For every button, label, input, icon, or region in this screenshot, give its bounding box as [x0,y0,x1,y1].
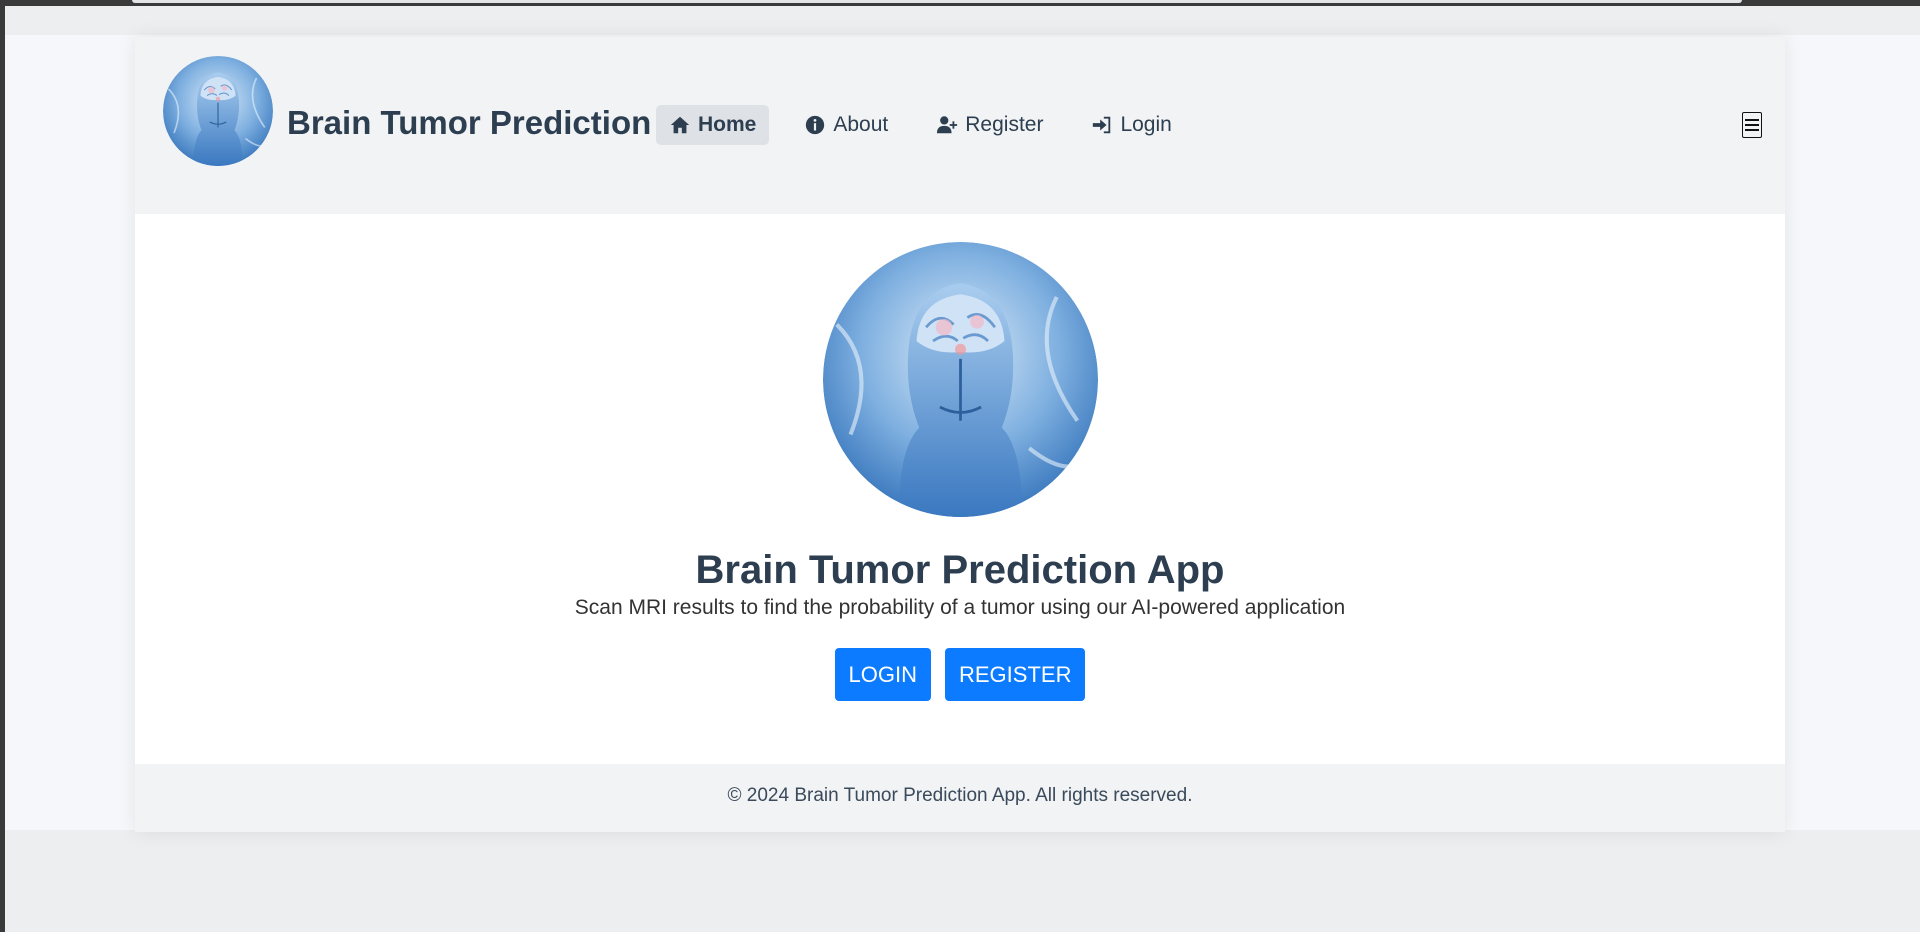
nav-home-label: Home [698,113,757,136]
nav-login-label: Login [1120,113,1172,136]
footer: © 2024 Brain Tumor Prediction App. All r… [135,764,1785,832]
user-plus-icon [937,116,958,134]
nav-about-label: About [833,113,889,136]
nav-item-about[interactable]: About [791,105,901,145]
hamburger-icon[interactable] [1742,112,1762,138]
footer-copyright: © 2024 Brain Tumor Prediction App. All r… [727,785,1193,806]
hero-section: Brain Tumor Prediction App Scan MRI resu… [135,214,1785,764]
brand-title[interactable]: Brain Tumor Prediction [287,104,651,142]
nav-item-register[interactable]: Register [923,105,1056,145]
hero-subtitle: Scan MRI results to find the probability… [574,596,1346,619]
hero-title: Brain Tumor Prediction App [695,548,1225,592]
sign-in-icon [1093,116,1111,134]
login-button[interactable]: LOGIN [834,648,931,701]
register-button[interactable]: REGISTER [945,648,1086,701]
brain-head-logo[interactable] [163,56,273,166]
nav-register-label: Register [965,113,1044,136]
hero-buttons: LOGIN REGISTER [135,648,1785,701]
home-icon [670,116,690,134]
app-container: Brain Tumor Prediction Home About Regist… [135,37,1785,832]
browser-viewport: Brain Tumor Prediction Home About Regist… [5,6,1920,932]
nav-item-login[interactable]: Login [1078,105,1184,145]
hero-brain-image [823,242,1098,517]
navbar: Brain Tumor Prediction Home About Regist… [135,37,1785,214]
main-nav: Home About Register Login [656,105,1207,145]
info-icon [806,115,825,135]
nav-item-home[interactable]: Home [656,105,770,145]
